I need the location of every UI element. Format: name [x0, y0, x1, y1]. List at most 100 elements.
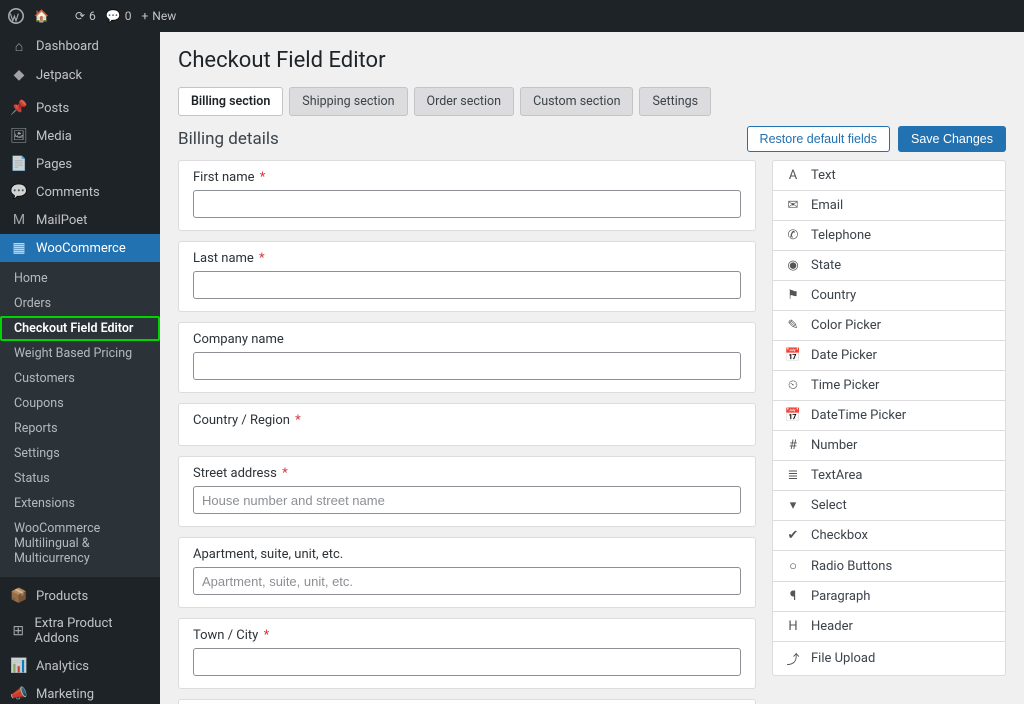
section-tabs: Billing sectionShipping sectionOrder sec…	[178, 87, 1006, 116]
type-icon: H	[785, 619, 801, 634]
field-label: Apartment, suite, unit, etc.	[193, 547, 741, 562]
type-label: Number	[811, 438, 857, 453]
field-type-time-picker[interactable]: ⏲Time Picker	[773, 371, 1005, 401]
type-icon: #	[785, 438, 801, 453]
field-street-address[interactable]: Street address *	[178, 456, 756, 527]
field-type-textarea[interactable]: ≣TextArea	[773, 461, 1005, 491]
submenu-item-home[interactable]: Home	[0, 266, 160, 291]
field-input[interactable]	[193, 352, 741, 380]
sidebar-item-mailpoet[interactable]: MMailPoet	[0, 206, 160, 234]
field-input[interactable]	[193, 648, 741, 676]
submenu-item-extensions[interactable]: Extensions	[0, 491, 160, 516]
field-town-city[interactable]: Town / City *	[178, 618, 756, 689]
field-input[interactable]	[193, 567, 741, 595]
field-type-state[interactable]: ◉State	[773, 251, 1005, 281]
field-type-paragraph[interactable]: ¶ Paragraph	[773, 582, 1005, 612]
page-icon: 📄	[10, 156, 28, 172]
submenu-item-coupons[interactable]: Coupons	[0, 391, 160, 416]
wp-logo[interactable]	[8, 8, 24, 24]
sidebar-item-dashboard[interactable]: ⌂Dashboard	[0, 32, 160, 61]
tab-settings[interactable]: Settings	[639, 87, 711, 116]
sidebar-item-media[interactable]: 🖼Media	[0, 122, 160, 150]
type-icon: 📅	[785, 348, 801, 363]
field-type-select[interactable]: ▾Select	[773, 491, 1005, 521]
field-first-name[interactable]: First name *	[178, 160, 756, 231]
page-title: Checkout Field Editor	[178, 48, 1006, 73]
type-icon: ✎	[785, 318, 801, 333]
sidebar-item-marketing[interactable]: 📣Marketing	[0, 680, 160, 704]
jet-icon: ◆	[10, 67, 28, 83]
field-type-text[interactable]: AText	[773, 161, 1005, 191]
field-input[interactable]	[193, 486, 741, 514]
type-icon: ¶	[785, 589, 801, 604]
field-label: Town / City *	[193, 628, 741, 643]
type-label: Paragraph	[811, 589, 870, 604]
save-changes-button[interactable]: Save Changes	[898, 126, 1006, 152]
sidebar-item-jetpack[interactable]: ◆Jetpack	[0, 61, 160, 89]
field-type-radio-buttons[interactable]: ○ Radio Buttons	[773, 551, 1005, 582]
comments-icon[interactable]: 💬 0	[106, 9, 132, 23]
type-label: Header	[811, 619, 853, 634]
tab-custom-section[interactable]: Custom section	[520, 87, 633, 116]
field-type-header[interactable]: H Header	[773, 612, 1005, 642]
submenu-item-woocommerce-multilingual-multicurrency[interactable]: WooCommerce Multilingual & Multicurrency	[0, 516, 160, 571]
updates-icon[interactable]: ⟳ 6	[75, 9, 96, 23]
sidebar-item-analytics[interactable]: 📊Analytics	[0, 652, 160, 680]
field-company-name[interactable]: Company name	[178, 322, 756, 393]
sidebar-item-extra-product-addons[interactable]: ⊞Extra Product Addons	[0, 610, 160, 652]
admin-sidebar: ⌂Dashboard◆Jetpack 📌Posts🖼Media📄Pages💬Com…	[0, 32, 160, 704]
sidebar-item-woocommerce[interactable]: ▦WooCommerce	[0, 234, 160, 262]
sidebar-item-products[interactable]: 📦Products	[0, 582, 160, 610]
submenu-item-customers[interactable]: Customers	[0, 366, 160, 391]
sidebar-item-pages[interactable]: 📄Pages	[0, 150, 160, 178]
new-button[interactable]: + New	[141, 9, 176, 23]
field-input[interactable]	[193, 271, 741, 299]
tab-order-section[interactable]: Order section	[414, 87, 515, 116]
type-icon: ○	[785, 558, 801, 574]
field-type-color-picker[interactable]: ✎Color Picker	[773, 311, 1005, 341]
required-marker: *	[292, 413, 301, 428]
field-country-region[interactable]: Country / Region *	[178, 403, 756, 446]
field-type-checkbox[interactable]: ✔Checkbox	[773, 521, 1005, 551]
site-home-icon[interactable]: 🏠	[34, 9, 49, 23]
submenu-item-settings[interactable]: Settings	[0, 441, 160, 466]
field-type-datetime-picker[interactable]: 📅DateTime Picker	[773, 401, 1005, 431]
field-label: Last name *	[193, 251, 741, 266]
sidebar-item-comments[interactable]: 💬Comments	[0, 178, 160, 206]
type-label: Radio Buttons	[811, 559, 892, 574]
woo-icon: ▦	[10, 240, 28, 256]
field-label: Company name	[193, 332, 741, 347]
field-type-date-picker[interactable]: 📅Date Picker	[773, 341, 1005, 371]
submenu-item-checkout-field-editor[interactable]: Checkout Field Editor	[0, 316, 160, 341]
content-area: Checkout Field Editor Billing sectionShi…	[160, 32, 1024, 704]
field-type-country[interactable]: ⚑Country	[773, 281, 1005, 311]
field-label: First name *	[193, 170, 741, 185]
tab-shipping-section[interactable]: Shipping section	[289, 87, 407, 116]
field-input[interactable]	[193, 190, 741, 218]
required-marker: *	[260, 628, 269, 643]
type-label: TextArea	[811, 468, 862, 483]
field-types-panel: AText✉Email✆Telephone◉State⚑Country✎Colo…	[772, 160, 1006, 676]
field-state-county[interactable]: State / County *	[178, 699, 756, 704]
type-label: File Upload	[811, 651, 875, 666]
field-apartment-suite-unit-etc-[interactable]: Apartment, suite, unit, etc.	[178, 537, 756, 608]
type-icon: 📅	[785, 408, 801, 423]
field-label: Street address *	[193, 466, 741, 481]
field-type-telephone[interactable]: ✆Telephone	[773, 221, 1005, 251]
type-icon: ✔	[785, 528, 801, 543]
field-last-name[interactable]: Last name *	[178, 241, 756, 312]
type-icon: ✆	[785, 228, 801, 243]
type-icon: ▾	[785, 498, 801, 513]
type-label: Email	[811, 198, 843, 213]
submenu-item-status[interactable]: Status	[0, 466, 160, 491]
type-label: Text	[811, 168, 836, 183]
field-type-email[interactable]: ✉Email	[773, 191, 1005, 221]
submenu-item-weight-based-pricing[interactable]: Weight Based Pricing	[0, 341, 160, 366]
submenu-item-orders[interactable]: Orders	[0, 291, 160, 316]
tab-billing-section[interactable]: Billing section	[178, 87, 283, 116]
submenu-item-reports[interactable]: Reports	[0, 416, 160, 441]
field-type-number[interactable]: # Number	[773, 431, 1005, 461]
sidebar-item-posts[interactable]: 📌Posts	[0, 94, 160, 122]
field-type-file-upload[interactable]: ⤴File Upload	[773, 642, 1005, 675]
restore-defaults-button[interactable]: Restore default fields	[747, 126, 890, 152]
